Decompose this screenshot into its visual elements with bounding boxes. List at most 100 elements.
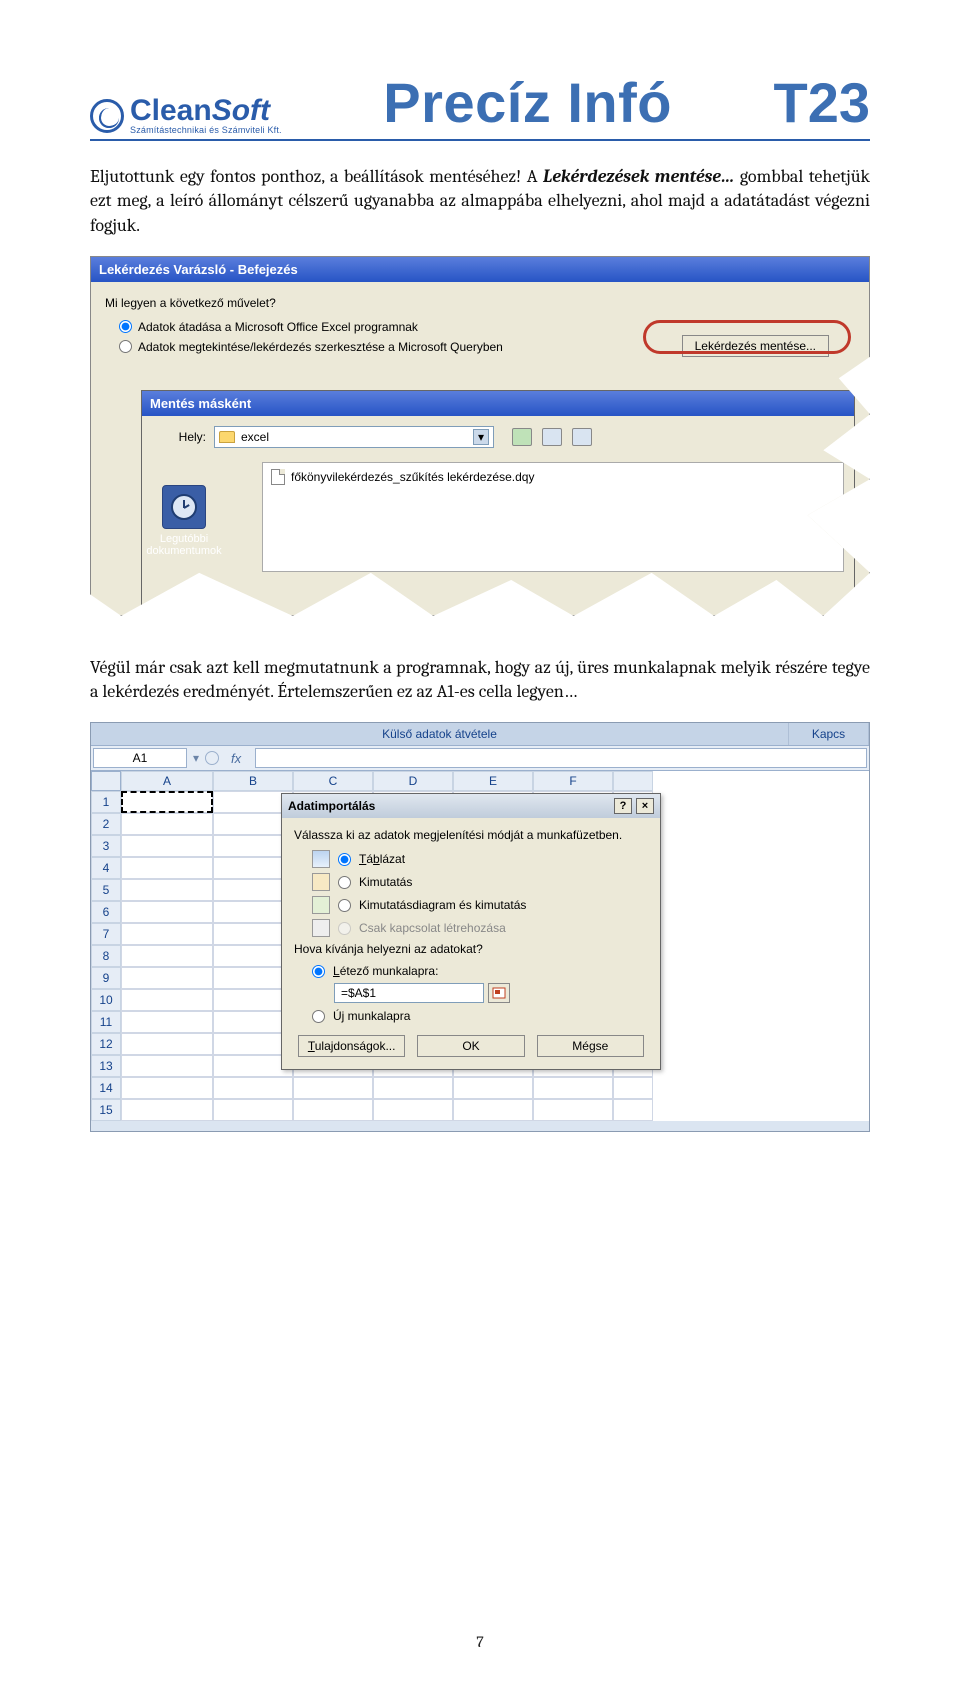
properties-button[interactable]: Tulajdonságok... (298, 1035, 405, 1057)
radio-pass-to-excel-input[interactable] (119, 320, 132, 333)
cell[interactable] (121, 835, 213, 857)
cell[interactable] (121, 945, 213, 967)
cell[interactable] (121, 857, 213, 879)
chevron-down-icon[interactable]: ▾ (473, 429, 489, 445)
row-header[interactable]: 8 (91, 945, 121, 967)
cell[interactable] (533, 1077, 613, 1099)
row-header[interactable]: 14 (91, 1077, 121, 1099)
opt-pivot[interactable]: Kimutatás (312, 873, 648, 891)
row-header[interactable]: 7 (91, 923, 121, 945)
cell[interactable] (373, 1077, 453, 1099)
dropdown-icon[interactable]: ▾ (193, 751, 199, 765)
cell[interactable] (533, 1099, 613, 1121)
row-header[interactable]: 1 (91, 791, 121, 813)
import-dialog: Adatimportálás ? × Válassza ki az adatok… (281, 793, 661, 1070)
opt-existing-sheet[interactable]: Létező munkalapra: (312, 964, 648, 978)
col-header[interactable]: C (293, 771, 373, 791)
opt-pivot-label: Kimutatás (359, 875, 412, 889)
cell[interactable] (121, 1099, 213, 1121)
cell[interactable] (293, 1099, 373, 1121)
cell[interactable] (453, 1077, 533, 1099)
formula-input[interactable] (255, 748, 867, 768)
opt-existing-label: Létező munkalapra: (333, 964, 438, 978)
cell[interactable] (121, 901, 213, 923)
cell[interactable] (213, 1077, 293, 1099)
cell[interactable] (293, 1077, 373, 1099)
fx-icon[interactable]: fx (231, 751, 241, 766)
cell[interactable] (613, 1077, 653, 1099)
cell[interactable] (121, 1033, 213, 1055)
col-header[interactable] (613, 771, 653, 791)
cell[interactable] (613, 1099, 653, 1121)
radio-view-in-msquery-input[interactable] (119, 340, 132, 353)
opt-pivot-radio[interactable] (338, 876, 351, 889)
formula-bar: A1 ▾ fx (91, 746, 869, 771)
places-recent[interactable]: Legutóbbi dokumentumok (143, 485, 225, 557)
row-header[interactable]: 2 (91, 813, 121, 835)
radio-pass-to-excel[interactable]: Adatok átadása a Microsoft Office Excel … (119, 320, 855, 334)
range-selector-icon[interactable] (488, 983, 510, 1003)
opt-new-sheet[interactable]: Új munkalapra (312, 1009, 648, 1023)
ok-button[interactable]: OK (417, 1035, 524, 1057)
row-header[interactable]: 4 (91, 857, 121, 879)
save-query-button[interactable]: Lekérdezés mentése... (682, 335, 829, 357)
row-header[interactable]: 5 (91, 879, 121, 901)
new-folder-icon[interactable] (572, 428, 592, 446)
cancel-button[interactable]: Mégse (537, 1035, 644, 1057)
opt-table-radio[interactable] (338, 853, 351, 866)
cell[interactable] (121, 813, 213, 835)
screenshot-query-wizard: Lekérdezés Varázsló - Befejezés Mi legye… (90, 256, 870, 616)
cell[interactable] (213, 1099, 293, 1121)
row-header[interactable]: 11 (91, 1011, 121, 1033)
col-header[interactable]: B (213, 771, 293, 791)
row-header[interactable]: 13 (91, 1055, 121, 1077)
help-button[interactable]: ? (614, 798, 632, 814)
recent-documents-icon (162, 485, 206, 529)
name-box[interactable]: A1 (93, 748, 187, 768)
cell[interactable] (373, 1099, 453, 1121)
cell[interactable] (453, 1099, 533, 1121)
col-header[interactable]: F (533, 771, 613, 791)
row-header[interactable]: 3 (91, 835, 121, 857)
close-button[interactable]: × (636, 798, 654, 814)
file-row[interactable]: főkönyvilekérdezés_szűkítés lekérdezése.… (271, 469, 835, 485)
cell-ref-input[interactable] (334, 983, 484, 1003)
row-header[interactable]: 9 (91, 967, 121, 989)
cell[interactable] (121, 1011, 213, 1033)
cell[interactable] (121, 967, 213, 989)
location-combo[interactable]: excel ▾ (214, 426, 494, 448)
cell[interactable] (121, 879, 213, 901)
import-prompt-location: Hova kívánja helyezni az adatokat? (294, 942, 648, 956)
cell[interactable] (121, 989, 213, 1011)
cell[interactable] (121, 923, 213, 945)
row-header[interactable]: 15 (91, 1099, 121, 1121)
opt-table[interactable]: Táblázat (312, 850, 648, 868)
col-header[interactable]: A (121, 771, 213, 791)
ribbon-groups: Külső adatok átvétele Kapcs (91, 723, 869, 746)
import-prompt-display: Válassza ki az adatok megjelenítési módj… (294, 828, 648, 842)
opt-new-radio[interactable] (312, 1010, 325, 1023)
col-header[interactable]: D (373, 771, 453, 791)
select-all-corner[interactable] (91, 771, 121, 791)
nav-back-icon[interactable] (512, 428, 532, 446)
cell[interactable] (121, 1055, 213, 1077)
doc-title: Precíz Infó (383, 70, 672, 135)
places-recent-label: Legutóbbi dokumentumok (143, 533, 225, 557)
up-one-level-icon[interactable] (542, 428, 562, 446)
row-header[interactable]: 6 (91, 901, 121, 923)
save-as-toolbar: Hely: excel ▾ (142, 416, 854, 458)
row-header[interactable]: 12 (91, 1033, 121, 1055)
radio-pass-to-excel-label: Adatok átadása a Microsoft Office Excel … (138, 320, 418, 334)
dqy-file-icon (271, 469, 285, 485)
row-header[interactable]: 10 (91, 989, 121, 1011)
file-list[interactable]: főkönyvilekérdezés_szűkítés lekérdezése.… (262, 462, 844, 572)
opt-pivotchart-radio[interactable] (338, 899, 351, 912)
opt-pivotchart[interactable]: Kimutatásdiagram és kimutatás (312, 896, 648, 914)
col-header[interactable]: E (453, 771, 533, 791)
opt-existing-radio[interactable] (312, 965, 325, 978)
cell[interactable] (121, 1077, 213, 1099)
cancel-formula-icon[interactable] (205, 751, 219, 765)
connection-icon (312, 919, 330, 937)
save-as-dialog: Mentés másként Hely: excel ▾ (141, 390, 855, 616)
table-icon (312, 850, 330, 868)
